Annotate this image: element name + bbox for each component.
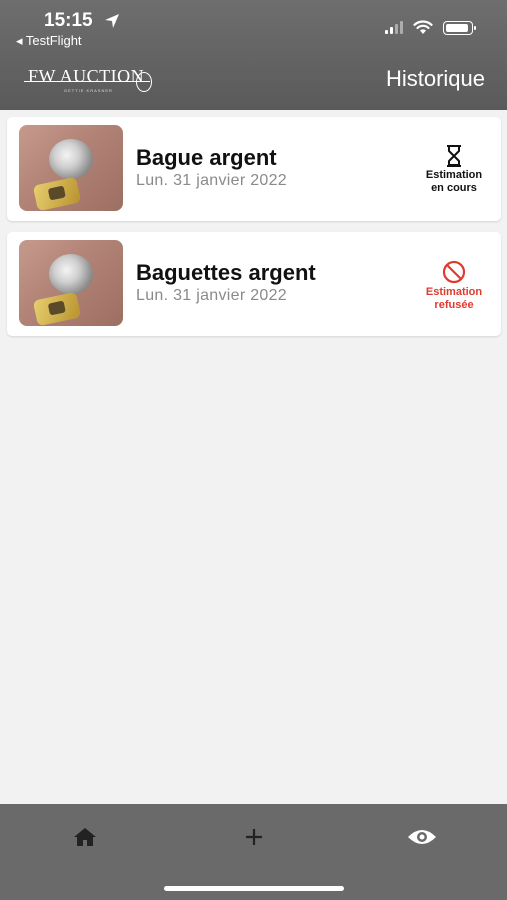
hourglass-icon [447, 145, 461, 167]
location-arrow-icon [105, 14, 119, 28]
history-item[interactable]: Bague argent Lun. 31 janvier 2022 Estima… [7, 117, 501, 221]
tab-add[interactable] [234, 822, 274, 852]
tab-home[interactable] [65, 822, 105, 852]
page-title: Historique [385, 66, 485, 91]
status-indicators [385, 20, 476, 35]
item-thumbnail [19, 125, 123, 211]
status-label-detail: refusée [434, 299, 474, 311]
battery-icon [443, 20, 476, 35]
bottom-tab-bar [0, 804, 507, 900]
item-date: Lun. 31 janvier 2022 [136, 172, 287, 189]
status-badge: Estimation en cours [419, 145, 489, 195]
item-date: Lun. 31 janvier 2022 [136, 287, 287, 304]
back-to-testflight-link[interactable]: ◂ TestFlight [16, 33, 82, 49]
wifi-icon [413, 20, 433, 34]
app-header: 15:15 ◂ TestFlight FW AUCTION GETTIE KRA… [0, 0, 507, 110]
status-badge: Estimation refusée [419, 260, 489, 312]
cellular-signal-icon [385, 21, 403, 34]
history-item[interactable]: Baguettes argent Lun. 31 janvier 2022 Es… [7, 232, 501, 336]
status-label: Estimation [425, 286, 483, 298]
eye-icon [408, 830, 436, 844]
item-thumbnail [19, 240, 123, 326]
home-icon [74, 828, 96, 846]
fw-auction-logo: FW AUCTION GETTIE KRASNER [24, 66, 154, 96]
item-title: Baguettes argent [136, 260, 316, 285]
home-indicator[interactable] [164, 886, 344, 891]
history-list: Bague argent Lun. 31 janvier 2022 Estima… [7, 117, 501, 347]
tab-view[interactable] [402, 822, 442, 852]
item-title: Bague argent [136, 145, 277, 170]
plus-icon [246, 829, 262, 845]
status-label: Estimation [425, 169, 483, 181]
logo-text: FW AUCTION [28, 66, 145, 86]
status-label-detail: en cours [431, 182, 477, 194]
forbidden-icon [442, 260, 466, 284]
status-bar: 15:15 ◂ TestFlight [0, 8, 507, 48]
status-time: 15:15 [44, 10, 93, 31]
logo-subtext: GETTIE KRASNER [64, 88, 113, 93]
